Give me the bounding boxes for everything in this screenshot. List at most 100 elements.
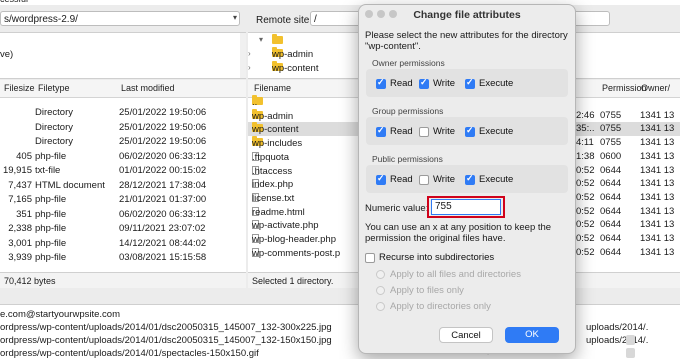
remote-file-modified: 0:52 bbox=[576, 191, 595, 203]
owner-read-checkbox[interactable] bbox=[376, 77, 386, 89]
local-file-modified: 06/02/2020 06:33:12 bbox=[119, 150, 207, 162]
remote-file-modified: 2:46 bbox=[576, 109, 595, 121]
local-file-list[interactable]: Filesize Filetype Last modified Director… bbox=[0, 80, 246, 288]
numeric-hint-line: You can use an x at any position to keep… bbox=[365, 222, 552, 233]
remote-tree-item[interactable]: wp-admin bbox=[272, 47, 362, 61]
local-tree-item[interactable]: ve) bbox=[0, 49, 13, 60]
local-file-row[interactable]: 3,939 php-file 03/08/2021 15:15:58 bbox=[0, 251, 246, 265]
apply-all-label: Apply to all files and directories bbox=[390, 269, 521, 280]
remote-file-owner: 1341 13 bbox=[640, 219, 675, 231]
local-file-modified: 25/01/2022 19:50:06 bbox=[119, 121, 207, 133]
remote-site-path: / bbox=[314, 14, 317, 25]
local-file-size: 3,939 bbox=[8, 252, 32, 263]
local-file-row[interactable]: 351 php-file 06/02/2020 06:33:12 bbox=[0, 208, 246, 222]
queue-line: ordpress/wp-content/uploads/2014/01/spec… bbox=[0, 348, 259, 359]
owner-write-checkbox[interactable] bbox=[419, 77, 429, 89]
column-header-owner[interactable]: Owner/ bbox=[641, 83, 670, 93]
remote-file-permission: 0644 bbox=[600, 205, 622, 217]
local-file-type: Directory bbox=[35, 136, 74, 147]
numeric-hint-line: permission the original files have. bbox=[365, 233, 506, 244]
local-site-input[interactable]: s/wordpress-2.9/ bbox=[0, 11, 240, 26]
local-file-size: 351 bbox=[16, 208, 32, 220]
local-file-size: 7,165 bbox=[8, 194, 32, 205]
numeric-value-label: Numeric value: bbox=[365, 203, 429, 214]
group-write-checkbox[interactable] bbox=[419, 127, 429, 137]
apply-all-radio[interactable] bbox=[376, 270, 385, 279]
tree-collapse-icon[interactable]: › bbox=[248, 63, 251, 72]
local-directory-tree[interactable]: ve) bbox=[0, 33, 246, 79]
public-read-checkbox[interactable] bbox=[376, 173, 386, 185]
local-file-modified: 03/08/2021 15:15:58 bbox=[119, 252, 207, 263]
queue-target-path: uploads/2014/. bbox=[586, 335, 649, 346]
local-file-row[interactable]: Directory 25/01/2022 19:50:06 bbox=[0, 106, 246, 120]
tree-collapse-icon[interactable]: › bbox=[248, 49, 251, 58]
public-write-checkbox[interactable] bbox=[419, 175, 429, 185]
local-file-row[interactable]: 19,915 txt-file 01/01/2022 00:15:02 bbox=[0, 164, 246, 178]
local-file-type: php-file bbox=[35, 208, 67, 220]
remote-file-permission: 0755 bbox=[600, 109, 622, 121]
cancel-button[interactable]: Cancel bbox=[439, 327, 493, 343]
remote-file-owner: 1341 13 bbox=[640, 178, 675, 190]
change-file-attributes-dialog: Change file attributes Please select the… bbox=[358, 4, 576, 354]
remote-file-name: wp-includes bbox=[252, 138, 303, 150]
local-file-modified: 14/12/2021 08:44:02 bbox=[119, 237, 207, 249]
public-execute-checkbox[interactable] bbox=[465, 173, 475, 185]
local-file-modified: 09/11/2021 23:07:02 bbox=[119, 223, 206, 234]
local-file-size: 3,001 bbox=[8, 237, 32, 249]
local-file-type: php-file bbox=[35, 252, 67, 263]
transfer-queue[interactable]: e.com@startyourwpsite.com ordpress/wp-co… bbox=[0, 304, 680, 359]
local-site-bar: s/wordpress-2.9/ ▾ bbox=[0, 6, 246, 33]
remote-file-owner: 1341 13 bbox=[640, 137, 675, 149]
local-file-modified: 25/01/2022 19:50:06 bbox=[119, 107, 207, 118]
local-file-modified: 21/01/2021 01:37:00 bbox=[119, 194, 207, 205]
remote-file-name: readme.html bbox=[252, 206, 305, 218]
column-header-filesize[interactable]: Filesize bbox=[4, 83, 35, 93]
recurse-subdirectories-checkbox[interactable] bbox=[365, 253, 375, 263]
column-header-last-modified[interactable]: Last modified bbox=[121, 83, 175, 93]
local-file-type: HTML document bbox=[35, 179, 105, 191]
local-tree-scrollbar[interactable] bbox=[240, 33, 246, 78]
group-execute-checkbox[interactable] bbox=[465, 125, 475, 137]
public-execute-label: Execute bbox=[479, 174, 514, 185]
remote-file-modified: 0:52 bbox=[576, 219, 595, 231]
local-file-row[interactable]: 3,001 php-file 14/12/2021 08:44:02 bbox=[0, 237, 246, 251]
local-file-row[interactable]: Directory 25/01/2022 19:50:06 bbox=[0, 121, 246, 135]
remote-file-name: .ftpquota bbox=[252, 151, 289, 163]
remote-site-label: Remote site: bbox=[256, 15, 313, 26]
local-file-type: php-file bbox=[35, 223, 67, 234]
apply-directories-radio[interactable] bbox=[376, 302, 385, 311]
owner-permissions-group: Read Write Execute bbox=[366, 69, 568, 97]
local-file-row[interactable]: 7,437 HTML document 28/12/2021 17:38:04 bbox=[0, 179, 246, 193]
numeric-value-input[interactable]: 755 bbox=[431, 199, 501, 215]
column-header-filetype[interactable]: Filetype bbox=[38, 83, 70, 93]
remote-file-owner: 1341 13 bbox=[640, 109, 675, 121]
apply-files-radio[interactable] bbox=[376, 286, 385, 295]
local-file-row[interactable]: Directory 25/01/2022 19:50:06 bbox=[0, 135, 246, 149]
apply-files-label: Apply to files only bbox=[390, 285, 464, 296]
remote-file-owner: 1341 13 bbox=[640, 164, 675, 176]
column-header-permission[interactable]: Permission bbox=[602, 83, 647, 93]
local-site-dropdown-icon[interactable]: ▾ bbox=[230, 10, 240, 26]
ok-button[interactable]: OK bbox=[505, 327, 559, 343]
remote-tree-item[interactable]: wp-content bbox=[272, 61, 362, 75]
numeric-value-text: 755 bbox=[435, 201, 452, 212]
remote-file-owner: 1341 13 bbox=[640, 123, 675, 135]
queue-line: ordpress/wp-content/uploads/2014/01/dsc2… bbox=[0, 322, 332, 333]
local-file-row[interactable]: 7,165 php-file 21/01/2021 01:37:00 bbox=[0, 193, 246, 207]
public-read-label: Read bbox=[390, 174, 413, 185]
column-header-filename[interactable]: Filename bbox=[254, 83, 291, 93]
public-permissions-group: Read Write Execute bbox=[366, 165, 568, 193]
tree-expand-icon[interactable]: ▾ bbox=[259, 35, 263, 44]
remote-file-name: wp-comments-post.p bbox=[252, 247, 341, 259]
group-read-checkbox[interactable] bbox=[376, 125, 386, 137]
owner-execute-checkbox[interactable] bbox=[465, 77, 475, 89]
remote-file-modified: 1:38 bbox=[576, 150, 595, 162]
local-file-row[interactable]: 405 php-file 06/02/2020 06:33:12 bbox=[0, 150, 246, 164]
local-file-row[interactable]: 2,338 php-file 09/11/2021 23:07:02 bbox=[0, 222, 246, 236]
remote-file-owner: 1341 13 bbox=[640, 191, 675, 203]
owner-write-label: Write bbox=[433, 78, 455, 89]
remote-file-permission: 0755 bbox=[600, 137, 622, 149]
remote-file-owner: 1341 13 bbox=[640, 246, 675, 258]
local-file-modified: 06/02/2020 06:33:12 bbox=[119, 208, 207, 220]
group-write-label: Write bbox=[433, 126, 455, 137]
